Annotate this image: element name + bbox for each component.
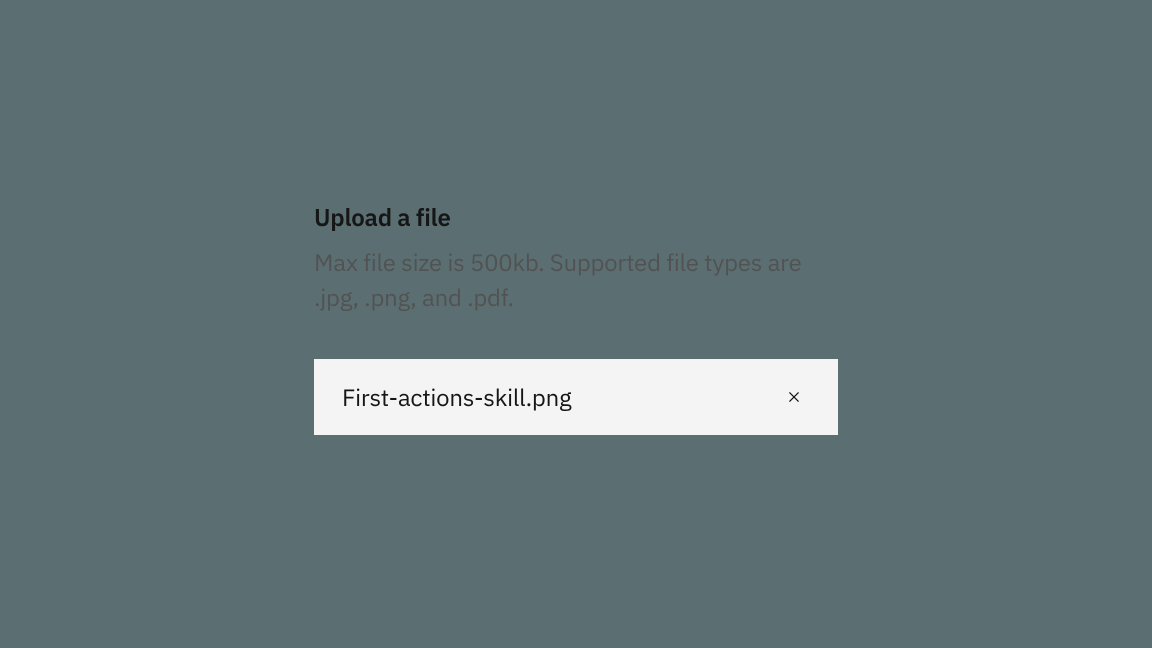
file-upload-container: Upload a file Max file size is 500kb. Su… [314,201,838,435]
close-icon [784,387,804,407]
upload-description: Max file size is 500kb. Supported file t… [314,245,838,315]
remove-file-button[interactable] [776,379,812,415]
upload-title: Upload a file [314,201,838,233]
uploaded-file-chip: First-actions-skill.png [314,359,838,435]
file-name: First-actions-skill.png [342,381,571,413]
